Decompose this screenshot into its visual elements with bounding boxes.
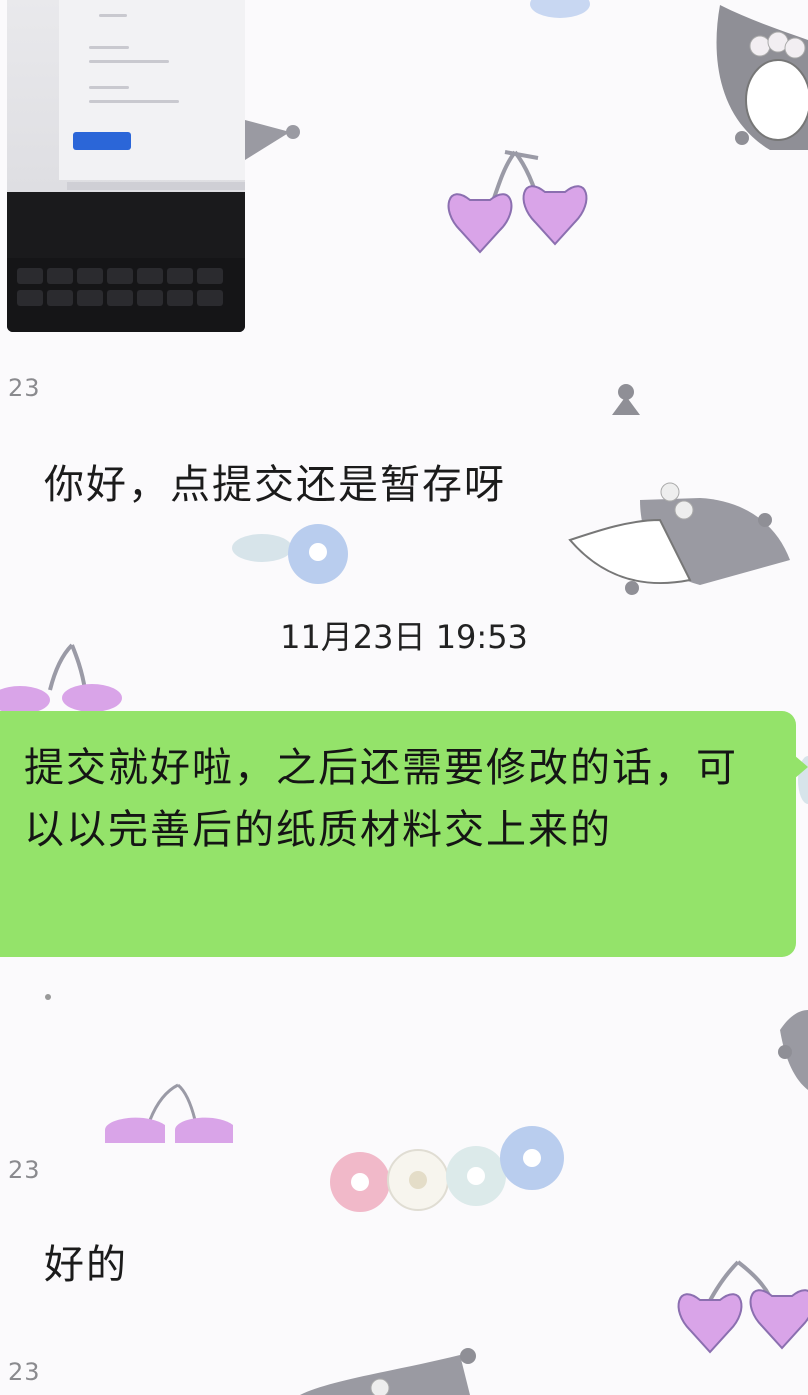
- sender-name: 23: [8, 1358, 41, 1386]
- flower-cluster-icon: [232, 524, 348, 584]
- cherry-icon: [447, 150, 588, 254]
- outgoing-message-bubble[interactable]: 提交就好啦，之后还需要修改的话，可以以完善后的纸质材料交上来的: [0, 711, 808, 957]
- image-message[interactable]: [7, 0, 245, 332]
- outgoing-message-text: 提交就好啦，之后还需要修改的话，可以以完善后的纸质材料交上来的: [24, 745, 738, 853]
- cherry-icon: [677, 1260, 808, 1354]
- incoming-message[interactable]: 好的: [44, 1232, 128, 1290]
- kuromi-icon: [300, 1348, 476, 1395]
- sender-name: 23: [8, 1156, 41, 1184]
- cherry-icon: [105, 1083, 233, 1143]
- kuromi-icon: [568, 482, 790, 595]
- message-timestamp: 11月23日 19:53: [280, 618, 528, 656]
- sender-name: 23: [8, 374, 41, 402]
- flower-row-icon: [330, 1126, 564, 1212]
- kuromi-ear-icon: [245, 120, 290, 160]
- pin-icon: [612, 384, 640, 415]
- incoming-message[interactable]: 你好，点提交还是暂存呀: [44, 452, 506, 510]
- kuromi-icon: [716, 5, 808, 150]
- flower-icon: [530, 0, 590, 18]
- kuromi-icon: [778, 1010, 808, 1090]
